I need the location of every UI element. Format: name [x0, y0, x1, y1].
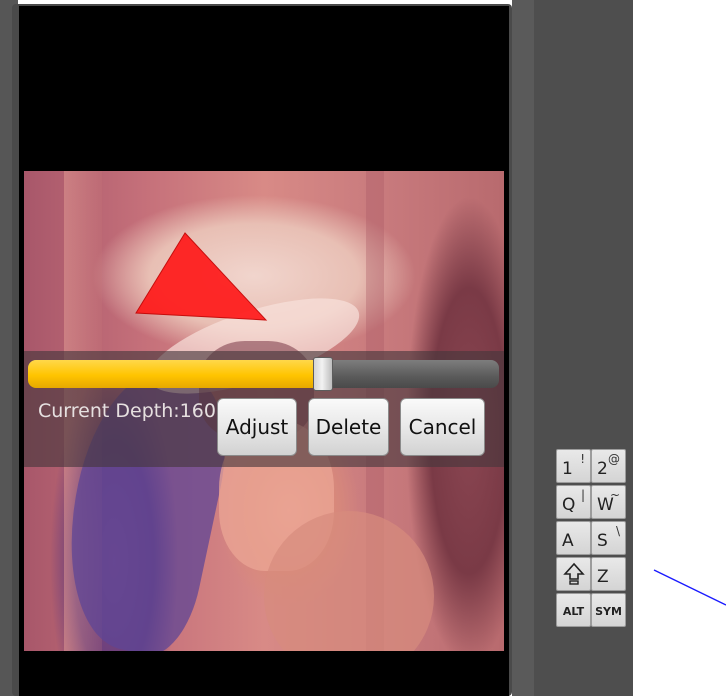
key-w[interactable]: W ~ [591, 485, 626, 519]
current-depth-label: Current Depth:160 [38, 400, 216, 422]
key-alt[interactable]: ALT [556, 593, 591, 627]
key-z[interactable]: Z [591, 557, 626, 591]
depth-slider[interactable] [28, 357, 499, 391]
key-q[interactable]: Q | [556, 485, 591, 519]
depth-slider-thumb[interactable] [313, 357, 333, 391]
keyboard-second-column: 2 @ W ~ S \ Z SYM [591, 449, 632, 629]
adjust-button[interactable]: Adjust [217, 398, 297, 456]
selected-triangle-shape[interactable] [135, 232, 268, 321]
key-main-label: S [597, 531, 608, 551]
key-shift[interactable] [556, 557, 591, 591]
key-alt-label: ~ [609, 488, 620, 502]
key-alt-label: | [580, 488, 585, 502]
depth-adjust-panel: Current Depth:160 Adjust Delete Cancel [24, 351, 504, 467]
key-main-label: ALT [562, 605, 585, 618]
key-main-label: Q [562, 495, 576, 515]
key-main-label: Z [597, 567, 609, 587]
key-main-label: SYM [595, 605, 622, 618]
key-s[interactable]: S \ [591, 521, 626, 555]
key-1[interactable]: 1 ! [556, 449, 591, 483]
shift-icon [563, 562, 585, 585]
key-main-label: A [562, 531, 574, 551]
key-alt-label: ! [580, 452, 585, 466]
blue-line-drawing [653, 569, 726, 606]
depth-slider-fill [28, 360, 323, 388]
emulator-divider [512, 0, 534, 696]
cancel-button[interactable]: Cancel [400, 398, 485, 456]
key-alt-label: \ [615, 524, 620, 538]
key-alt-label: @ [608, 452, 620, 466]
key-2[interactable]: 2 @ [591, 449, 626, 483]
key-main-label: 2 [597, 459, 608, 479]
delete-button[interactable]: Delete [308, 398, 389, 456]
key-main-label: 1 [562, 459, 573, 479]
key-a[interactable]: A [556, 521, 591, 555]
key-sym[interactable]: SYM [591, 593, 626, 627]
